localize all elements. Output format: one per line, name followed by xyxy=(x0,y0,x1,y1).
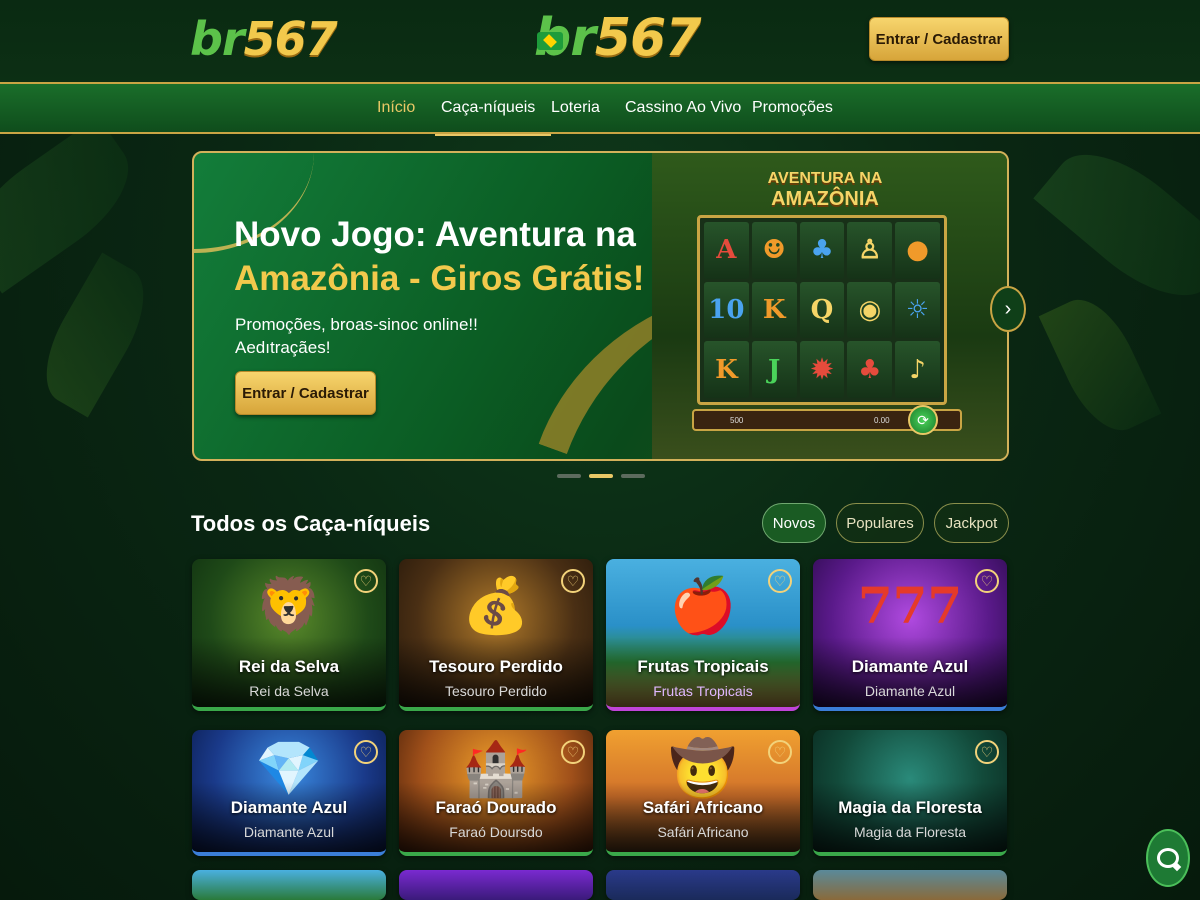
favorite-heart-icon[interactable]: ♡ xyxy=(975,569,999,593)
logo-num-text: 567 xyxy=(243,12,338,66)
game-subtitle: Magia da Floresta xyxy=(853,824,967,840)
banner-subtitle-line1: Promoções, broas-sinoc online!! xyxy=(235,315,478,334)
reel-symbol: ● xyxy=(895,222,940,279)
nav-item-inicio[interactable]: Início xyxy=(377,99,415,136)
game-card-magia-da-floresta[interactable]: Magia da Floresta Magia da Floresta ♡ xyxy=(813,730,1007,856)
game-subtitle: Diamante Azul xyxy=(864,683,956,699)
nav-item-caca-niqueis[interactable]: Caça-níqueis xyxy=(434,99,552,136)
logo-num-text: 567 xyxy=(594,8,702,68)
game-card-frutas-tropicais[interactable]: 🍎 Frutas Tropicais Frutas Tropicais ♡ xyxy=(606,559,800,711)
game-card-partial[interactable] xyxy=(813,870,1007,900)
reel-symbol: ♣ xyxy=(799,222,845,279)
nav-item-cassino-ao-vivo[interactable]: Cassino Ao Vivo xyxy=(625,99,741,136)
banner-title-line2: Amazônia - Giros Grátis! xyxy=(234,259,645,298)
spin-icon: ⟳ xyxy=(908,405,938,435)
game-title: Diamante Azul xyxy=(230,798,348,817)
game-title: Tesouro Perdido xyxy=(429,657,563,676)
game-card-safari-africano[interactable]: 🤠 Safári Africano Safári Africano ♡ xyxy=(606,730,800,856)
chevron-right-icon: › xyxy=(1004,297,1012,320)
reel-symbol: ☼ xyxy=(895,281,940,339)
brazil-flag-icon xyxy=(537,32,563,50)
game-title: Rei da Selva xyxy=(238,657,340,676)
reel-symbol: K xyxy=(704,341,749,398)
hero-banner[interactable]: Novo Jogo: Aventura na Amazônia - Giros … xyxy=(192,151,1009,461)
carousel-next-button[interactable]: › xyxy=(990,286,1026,332)
banner-subtitle-line2: Aedıtraçães! xyxy=(235,338,331,357)
reel-symbol: J xyxy=(751,341,797,398)
reel-symbol: ◉ xyxy=(847,281,893,339)
reel-symbol: ✹ xyxy=(799,341,845,398)
carousel-dot-active[interactable] xyxy=(589,474,613,478)
banner-subtitle: Promoções, broas-sinoc online!! Aedıtraç… xyxy=(235,313,535,359)
banner-cta-button[interactable]: Entrar / Cadastrar xyxy=(235,371,376,415)
game-subtitle: Diamante Azul xyxy=(243,824,335,840)
decor-leaf xyxy=(1038,286,1162,444)
live-chat-button[interactable] xyxy=(1146,829,1190,887)
reel-symbol: A xyxy=(704,222,749,279)
reel-symbol: ♣ xyxy=(847,341,893,398)
game-title: Frutas Tropicais xyxy=(637,657,769,676)
login-register-button[interactable]: Entrar / Cadastrar xyxy=(869,17,1009,61)
game-subtitle: Safári Africano xyxy=(657,824,749,840)
favorite-heart-icon[interactable]: ♡ xyxy=(561,740,585,764)
reel-symbol: ♙ xyxy=(847,222,893,279)
game-card-partial[interactable] xyxy=(606,870,800,900)
nav-item-promocoes[interactable]: Promoções xyxy=(752,99,833,136)
main-nav: Início Caça-níqueis Loteria Cassino Ao V… xyxy=(0,82,1200,136)
favorite-heart-icon[interactable]: ♡ xyxy=(768,740,792,764)
reel-symbol: 10 xyxy=(704,281,749,339)
game-title: Diamante Azul xyxy=(851,657,969,676)
filter-novos[interactable]: Novos xyxy=(762,503,826,543)
logo-br-text: br xyxy=(190,12,245,66)
game-title: Safári Africano xyxy=(642,798,764,817)
game-card-rei-da-selva[interactable]: 🦁 Rei da Selva Rei da Selva ♡ xyxy=(192,559,386,711)
filter-populares[interactable]: Populares xyxy=(836,503,924,543)
favorite-heart-icon[interactable]: ♡ xyxy=(354,740,378,764)
game-subtitle: Faraó Doursdo xyxy=(449,824,543,840)
favorite-heart-icon[interactable]: ♡ xyxy=(354,569,378,593)
favorite-heart-icon[interactable]: ♡ xyxy=(768,569,792,593)
logo-left[interactable]: br567 xyxy=(190,12,338,66)
favorite-heart-icon[interactable]: ♡ xyxy=(561,569,585,593)
reel-symbol: K xyxy=(751,281,797,339)
slot-game-artwork: AVENTURA NA AMAZÔNIA A ☻ ♣ ♙ ● 10 K Q ◉ … xyxy=(652,153,1007,459)
site-header: br567 br567 Entrar / Cadastrar xyxy=(0,0,1200,82)
game-title: Faraó Dourado xyxy=(435,798,557,817)
lion-icon: 🦁 xyxy=(255,576,323,636)
game-card-farao-dourado[interactable]: 🏰 Faraó Dourado Faraó Doursdo ♡ xyxy=(399,730,593,856)
reel-symbol: ♪ xyxy=(895,341,940,398)
slot-title-big: AMAZÔNIA xyxy=(771,188,879,210)
reel-symbol: Q xyxy=(799,281,845,339)
game-subtitle: Tesouro Perdido xyxy=(445,683,547,699)
game-title: Magia da Floresta xyxy=(838,798,982,817)
game-subtitle: Rei da Selva xyxy=(249,683,329,699)
nav-item-loteria[interactable]: Loteria xyxy=(551,99,600,136)
fruit-icon: 🍎 xyxy=(669,576,737,636)
banner-title-line1: Novo Jogo: Aventura na xyxy=(234,215,636,254)
decor-leaf xyxy=(27,252,163,418)
sevens-icon: 777 xyxy=(857,576,963,635)
game-card-partial[interactable] xyxy=(192,870,386,900)
banner-title: Novo Jogo: Aventura na Amazônia - Giros … xyxy=(234,213,674,301)
game-card-diamante-azul-2[interactable]: 💎 Diamante Azul Diamante Azul ♡ xyxy=(192,730,386,856)
carousel-dot[interactable] xyxy=(621,474,645,478)
decor-leaf xyxy=(1033,129,1200,321)
slot-bet-value: 500 xyxy=(730,416,744,425)
section-title: Todos os Caça-níqueis xyxy=(191,511,431,536)
game-card-tesouro-perdido[interactable]: 💰 Tesouro Perdido Tesouro Perdido ♡ xyxy=(399,559,593,711)
reel-symbol: ☻ xyxy=(751,222,797,279)
carousel-dot[interactable] xyxy=(557,474,581,478)
filter-jackpot[interactable]: Jackpot xyxy=(934,503,1009,543)
carousel-indicators xyxy=(557,474,645,478)
slot-title: AVENTURA NA AMAZÔNIA xyxy=(730,169,920,211)
game-subtitle: Frutas Tropicais xyxy=(653,683,753,699)
game-card-diamante-azul[interactable]: 777 Diamante Azul Diamante Azul ♡ xyxy=(813,559,1007,711)
game-card-partial[interactable] xyxy=(399,870,593,900)
slot-title-small: AVENTURA NA xyxy=(767,170,883,187)
treasure-chest-icon: 💰 xyxy=(462,576,530,636)
favorite-heart-icon[interactable]: ♡ xyxy=(975,740,999,764)
slot-reels: A ☻ ♣ ♙ ● 10 K Q ◉ ☼ K J ✹ ♣ ♪ xyxy=(697,215,947,405)
slot-win-value: 0.00 xyxy=(874,416,890,425)
chat-bubble-icon xyxy=(1157,848,1179,868)
